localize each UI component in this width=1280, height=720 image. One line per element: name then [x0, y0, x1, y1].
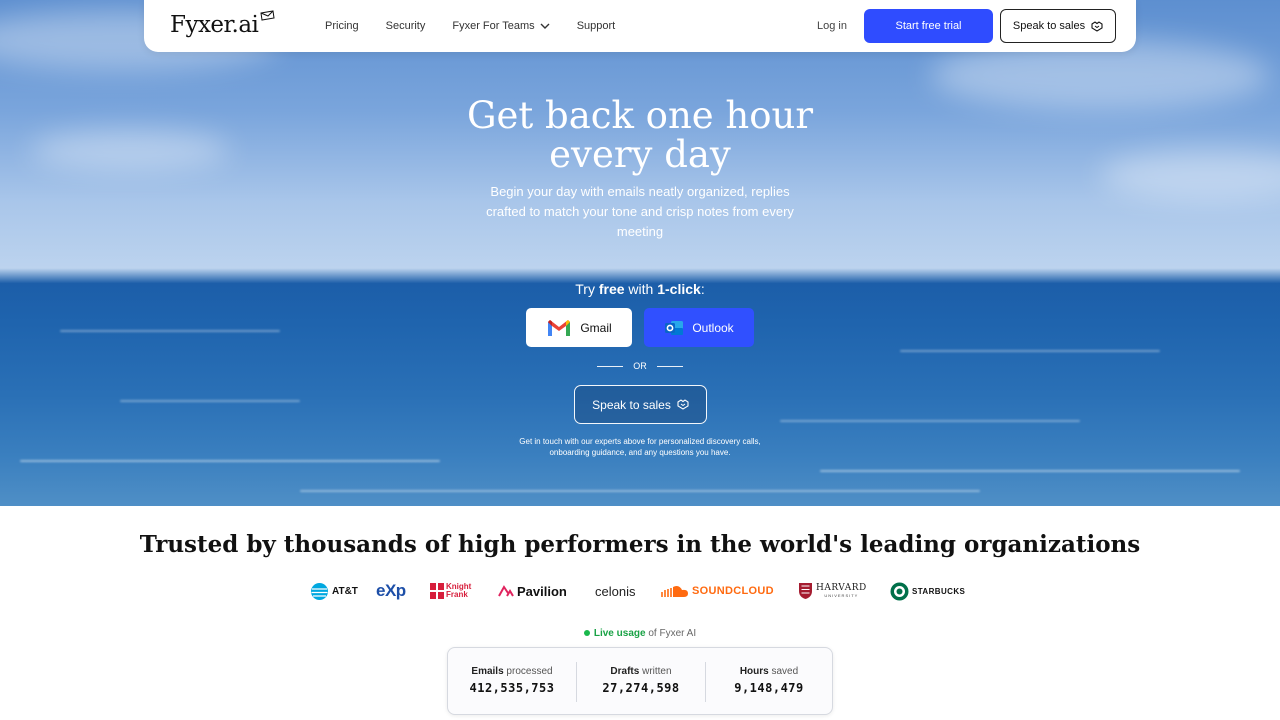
stat-label-rest: processed [503, 666, 553, 677]
knight-frank-logo: Knight Frank [430, 580, 476, 602]
wave [20, 460, 440, 462]
speak-to-sales-hero-label: Speak to sales [592, 397, 671, 412]
nav-link-teams-label: Fyxer For Teams [452, 20, 535, 32]
stat-value: 412,535,753 [469, 681, 555, 695]
live-usage-bold: Live usage [593, 628, 646, 639]
stat-emails: Emails processed 412,535,753 [448, 648, 576, 714]
chevron-down-icon [540, 23, 550, 29]
stat-value: 9,148,479 [734, 681, 804, 695]
pavilion-text: Pavilion [517, 583, 567, 599]
try-with: with [624, 281, 658, 297]
live-indicator-dot [583, 630, 590, 637]
speak-to-sales-nav-button[interactable]: Speak to sales [1000, 9, 1116, 43]
hero-note-line2: onboarding guidance, and any questions y… [549, 448, 731, 457]
try-prefix: Try [575, 281, 599, 297]
att-logo: AT&T [310, 580, 358, 602]
harvard-shield-icon [799, 583, 812, 599]
or-divider: OR [597, 360, 683, 372]
logo-text: Fyxer.ai [170, 12, 259, 38]
envelope-icon [260, 10, 275, 21]
stat-label-rest: saved [768, 666, 799, 677]
wave [300, 490, 980, 492]
starbucks-text: STARBUCKS [912, 586, 966, 596]
try-click: 1-click [657, 281, 701, 297]
celonis-text: celonis [595, 583, 636, 599]
live-usage-suffix: of Fyxer AI [645, 628, 697, 639]
stat-label-bold: Emails [471, 666, 504, 677]
starbucks-siren-icon [890, 582, 909, 600]
knight-frank-mark-icon [430, 583, 444, 599]
att-text: AT&T [332, 585, 358, 597]
hero-note-line1: Get in touch with our experts above for … [519, 437, 761, 446]
hero-subtitle: Begin your day with emails neatly organi… [486, 184, 794, 239]
or-text: OR [633, 361, 647, 371]
handshake-icon [1091, 20, 1103, 32]
hero-title: Get back one hour every day [0, 96, 1280, 174]
pavilion-logo: Pavilion [498, 580, 567, 602]
wave [780, 420, 1080, 422]
handshake-icon [677, 399, 689, 410]
start-free-trial-button[interactable]: Start free trial [864, 9, 993, 43]
harvard-logo: HARVARD UNIVERSITY [798, 580, 867, 602]
try-free-line: Try free with 1-click: [0, 281, 1280, 297]
stat-drafts: Drafts written 27,274,598 [577, 648, 705, 714]
stat-hours: Hours saved 9,148,479 [705, 648, 833, 714]
soundcloud-text: SOUNDCLOUD [692, 585, 774, 597]
wave [820, 470, 1240, 472]
outlook-button-label: Outlook [692, 320, 734, 335]
gmail-icon [548, 319, 571, 336]
soundcloud-logo: SOUNDCLOUD [659, 580, 774, 602]
hero-title-line2: every day [549, 133, 731, 176]
speak-to-sales-nav-label: Speak to sales [1012, 20, 1086, 32]
knight-frank-text: Knight Frank [446, 582, 472, 599]
live-stats-panel: Emails processed 412,535,753 Drafts writ… [447, 647, 833, 715]
stat-label-bold: Drafts [610, 666, 640, 677]
starbucks-logo: STARBUCKS [890, 580, 965, 602]
start-free-trial-label: Start free trial [895, 20, 962, 32]
outlook-button[interactable]: Outlook [644, 308, 754, 347]
try-suffix: : [700, 281, 705, 297]
soundcloud-cloud-icon [661, 586, 688, 597]
top-navbar: Fyxer.ai Pricing Security Fyxer For Team… [144, 0, 1136, 52]
exp-text: eXp [376, 581, 406, 600]
try-free: free [598, 281, 625, 297]
nav-link-support[interactable]: Support [577, 20, 616, 32]
hero-note: Get in touch with our experts above for … [480, 436, 800, 458]
customer-logos: AT&T eXp Knight Frank Pavilion celonis S… [310, 580, 970, 602]
stat-label-rest: written [639, 666, 672, 677]
live-usage-label: Live usage of Fyxer AI [0, 628, 1280, 639]
nav-link-pricing[interactable]: Pricing [325, 20, 359, 32]
harvard-text: HARVARD [816, 583, 867, 593]
outlook-icon [665, 320, 684, 335]
pavilion-mark-icon [498, 585, 514, 597]
nav-link-security[interactable]: Security [386, 20, 426, 32]
harvard-sub-text: UNIVERSITY [824, 593, 859, 598]
gmail-button[interactable]: Gmail [526, 308, 632, 347]
harvard-wordmark: HARVARD UNIVERSITY [816, 583, 867, 599]
stat-value: 27,274,598 [602, 681, 680, 695]
divider-line [657, 365, 683, 367]
wave [900, 350, 1160, 352]
stat-label: Hours saved [705, 666, 833, 677]
celonis-logo: celonis [595, 580, 635, 602]
hero-title-line1: Get back one hour [466, 94, 814, 137]
hero-section: Get back one hour every day Begin your d… [0, 0, 1280, 506]
stat-label: Emails processed [448, 666, 576, 677]
login-link[interactable]: Log in [817, 20, 847, 32]
stat-label: Drafts written [577, 666, 705, 677]
wave [60, 330, 280, 332]
nav-link-teams[interactable]: Fyxer For Teams [452, 20, 550, 32]
gmail-button-label: Gmail [580, 320, 612, 335]
speak-to-sales-hero-button[interactable]: Speak to sales [574, 385, 707, 424]
divider-line [597, 365, 623, 367]
exp-logo: eXp [376, 580, 406, 602]
fyxer-logo[interactable]: Fyxer.ai [170, 10, 276, 38]
nav-links: Pricing Security Fyxer For Teams Support [325, 0, 642, 52]
att-globe-icon [311, 582, 328, 600]
wave [120, 400, 300, 402]
stat-label-bold: Hours [739, 666, 769, 677]
trust-title: Trusted by thousands of high performers … [139, 531, 1141, 558]
